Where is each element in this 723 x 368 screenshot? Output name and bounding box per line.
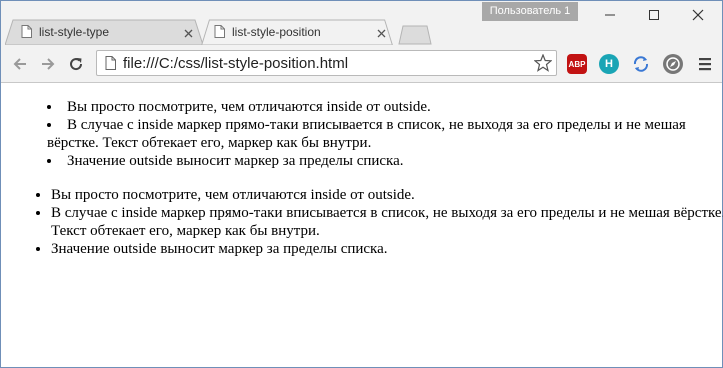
sync-icon[interactable] — [631, 54, 651, 74]
page-content: Вы просто посмотрите, чем отличаются ins… — [1, 83, 723, 367]
tab-list-style-type[interactable]: list-style-type — [5, 19, 205, 45]
new-tab-icon — [398, 25, 432, 45]
compass-icon[interactable] — [663, 54, 683, 74]
forward-button[interactable] — [38, 54, 58, 74]
outside-list: Вы просто посмотрите, чем отличаются ins… — [7, 186, 723, 258]
maximize-icon — [649, 10, 659, 20]
tab-close-icon[interactable] — [377, 27, 386, 41]
minimize-icon — [605, 14, 615, 16]
back-button[interactable] — [10, 54, 30, 74]
close-icon — [692, 9, 704, 21]
minimize-button[interactable] — [588, 1, 632, 29]
bookmark-star-icon[interactable] — [533, 53, 553, 77]
browser-window: Пользователь 1 list-style-type list-styl… — [0, 0, 723, 368]
menu-button[interactable] — [695, 54, 715, 74]
abp-icon[interactable]: ABP — [567, 54, 587, 74]
forward-arrow-icon — [42, 58, 55, 70]
tab-title: list-style-position — [232, 25, 321, 39]
profile-button[interactable]: Пользователь 1 — [482, 2, 578, 21]
maximize-button[interactable] — [632, 1, 676, 29]
url-text: file:///C:/css/list-style-position.html — [123, 55, 349, 72]
reload-icon — [70, 58, 83, 71]
title-bar: Пользователь 1 list-style-type list-styl… — [1, 1, 722, 45]
tab-close-icon[interactable] — [184, 27, 193, 41]
inside-list: Вы просто посмотрите, чем отличаются ins… — [7, 98, 723, 170]
new-tab-button[interactable] — [397, 25, 433, 45]
page-icon — [105, 56, 116, 75]
page-icon — [21, 25, 32, 41]
list-item: Вы просто посмотрите, чем отличаются ins… — [47, 98, 723, 116]
tab-list-style-position[interactable]: list-style-position — [198, 19, 398, 45]
close-window-button[interactable] — [676, 1, 720, 29]
list-item: В случае с inside маркер прямо-таки впис… — [47, 116, 723, 152]
toolbar: file:///C:/css/list-style-position.html … — [1, 45, 722, 83]
back-arrow-icon — [13, 58, 26, 70]
tab-title: list-style-type — [39, 25, 110, 39]
list-item: В случае с inside маркер прямо-таки впис… — [51, 204, 723, 240]
address-bar[interactable]: file:///C:/css/list-style-position.html — [96, 50, 557, 76]
hamburger-menu-icon — [699, 58, 711, 71]
page-icon — [214, 25, 225, 41]
reload-button[interactable] — [66, 54, 86, 74]
list-item: Вы просто посмотрите, чем отличаются ins… — [51, 186, 723, 204]
hola-icon[interactable]: H — [599, 54, 619, 74]
list-item: Значение outside выносит маркер за преде… — [51, 240, 723, 258]
list-item: Значение outside выносит маркер за преде… — [47, 152, 723, 170]
